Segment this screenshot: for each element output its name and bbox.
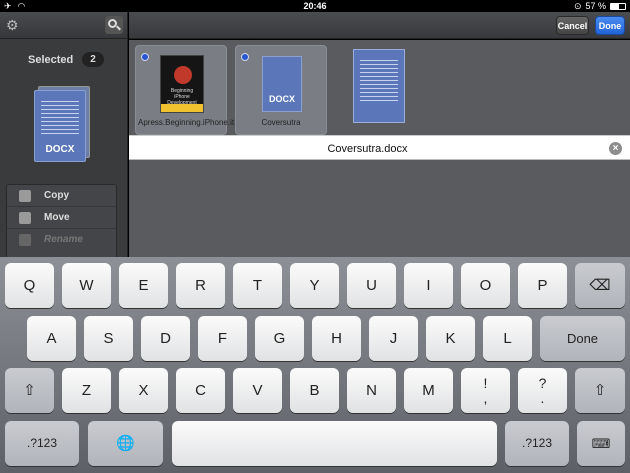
status-bar: ✈ ◠ 20:46 ⊙ 57 %: [0, 0, 630, 12]
key-w[interactable]: W: [62, 263, 111, 308]
backspace-icon: ⌫: [589, 277, 611, 294]
globe-key[interactable]: 🌐: [88, 421, 163, 466]
gear-icon[interactable]: ⚙: [6, 17, 19, 34]
key-u[interactable]: U: [347, 263, 396, 308]
battery-percent: 57 %: [585, 1, 606, 11]
key-j[interactable]: J: [369, 316, 418, 361]
key-t[interactable]: T: [233, 263, 282, 308]
globe-icon: 🌐: [116, 435, 135, 452]
onscreen-keyboard: Q W E R T Y U I O P ⌫ A S D F G H J K L …: [0, 257, 630, 473]
rename-icon: [19, 234, 31, 246]
book-cover-thumbnail: Beginning iPhone Development: [160, 55, 204, 113]
space-key[interactable]: [172, 421, 497, 466]
key-s[interactable]: S: [84, 316, 133, 361]
stack-front-doc: DOCX: [34, 90, 86, 162]
shift-key-left[interactable]: ⇧: [5, 368, 54, 413]
move-icon: [19, 212, 31, 224]
key-v[interactable]: V: [233, 368, 282, 413]
file-caption: Apress.Beginning.iPhone.it.Devel...SDK.J…: [138, 118, 295, 127]
copy-button[interactable]: Copy: [7, 185, 116, 207]
key-d[interactable]: D: [141, 316, 190, 361]
shift-key-right[interactable]: ⇧: [575, 368, 625, 413]
sidebar: ⚙ Selected 2 DOCX Copy Move Rename: [0, 12, 128, 258]
shift-icon: ⇧: [593, 382, 607, 399]
done-key[interactable]: Done: [540, 316, 625, 361]
key-o[interactable]: O: [461, 263, 510, 308]
key-z[interactable]: Z: [62, 368, 111, 413]
selected-indicator: [241, 53, 249, 61]
key-f[interactable]: F: [198, 316, 247, 361]
keyboard-hide-icon: ⌨: [591, 436, 611, 451]
key-r[interactable]: R: [176, 263, 225, 308]
rename-label: Rename: [44, 234, 83, 245]
key-exclaim-comma[interactable]: ! ,: [461, 368, 510, 413]
sidebar-toolbar: ⚙: [0, 12, 127, 39]
key-c[interactable]: C: [176, 368, 225, 413]
selected-count-badge: 2: [82, 52, 104, 67]
key-b[interactable]: B: [290, 368, 339, 413]
file-item[interactable]: Beginning iPhone Development Apress.Begi…: [135, 45, 295, 135]
shift-icon: ⇧: [23, 382, 36, 399]
rotation-lock-icon: ⊙: [573, 1, 582, 11]
key-x[interactable]: X: [119, 368, 168, 413]
move-button[interactable]: Move: [7, 207, 116, 229]
backspace-key[interactable]: ⌫: [575, 263, 625, 308]
key-m[interactable]: M: [404, 368, 453, 413]
docx-thumbnail: DOCX: [262, 56, 302, 112]
rename-bar: ×: [129, 135, 630, 161]
key-y[interactable]: Y: [290, 263, 339, 308]
clear-text-icon[interactable]: ×: [609, 142, 622, 155]
rename-button[interactable]: Rename: [7, 229, 116, 251]
document-preview: [353, 49, 405, 123]
key-q[interactable]: Q: [5, 263, 54, 308]
stack-doc-label: DOCX: [45, 144, 75, 155]
key-e[interactable]: E: [119, 263, 168, 308]
selected-label: Selected: [28, 54, 74, 66]
key-n[interactable]: N: [347, 368, 396, 413]
rename-input[interactable]: [129, 136, 606, 161]
numbers-key-right[interactable]: .?123: [505, 421, 569, 466]
file-caption: Coversutra: [261, 118, 301, 127]
action-menu: Copy Move Rename: [6, 184, 117, 258]
key-a[interactable]: A: [27, 316, 76, 361]
key-i[interactable]: I: [404, 263, 453, 308]
key-p[interactable]: P: [518, 263, 567, 308]
move-label: Move: [44, 212, 70, 223]
numbers-key-left[interactable]: .?123: [5, 421, 79, 466]
status-time: 20:46: [303, 1, 327, 11]
file-item[interactable]: DOCX Coversutra: [235, 45, 327, 135]
key-l[interactable]: L: [483, 316, 532, 361]
key-k[interactable]: K: [426, 316, 475, 361]
battery-icon: [610, 2, 626, 10]
cancel-button[interactable]: Cancel: [556, 16, 589, 35]
selected-indicator: [141, 53, 149, 61]
key-g[interactable]: G: [255, 316, 304, 361]
key-question-period[interactable]: ? .: [518, 368, 567, 413]
selected-header: Selected 2: [0, 52, 128, 68]
hide-keyboard-key[interactable]: ⌨: [577, 421, 625, 466]
copy-label: Copy: [44, 190, 69, 201]
selected-files-stack: DOCX: [32, 84, 90, 162]
done-button[interactable]: Done: [595, 16, 625, 35]
docx-label: DOCX: [268, 94, 295, 104]
search-button[interactable]: [105, 16, 123, 34]
key-h[interactable]: H: [312, 316, 361, 361]
main-toolbar: Cancel Done: [129, 12, 630, 39]
copy-icon: [19, 190, 31, 202]
